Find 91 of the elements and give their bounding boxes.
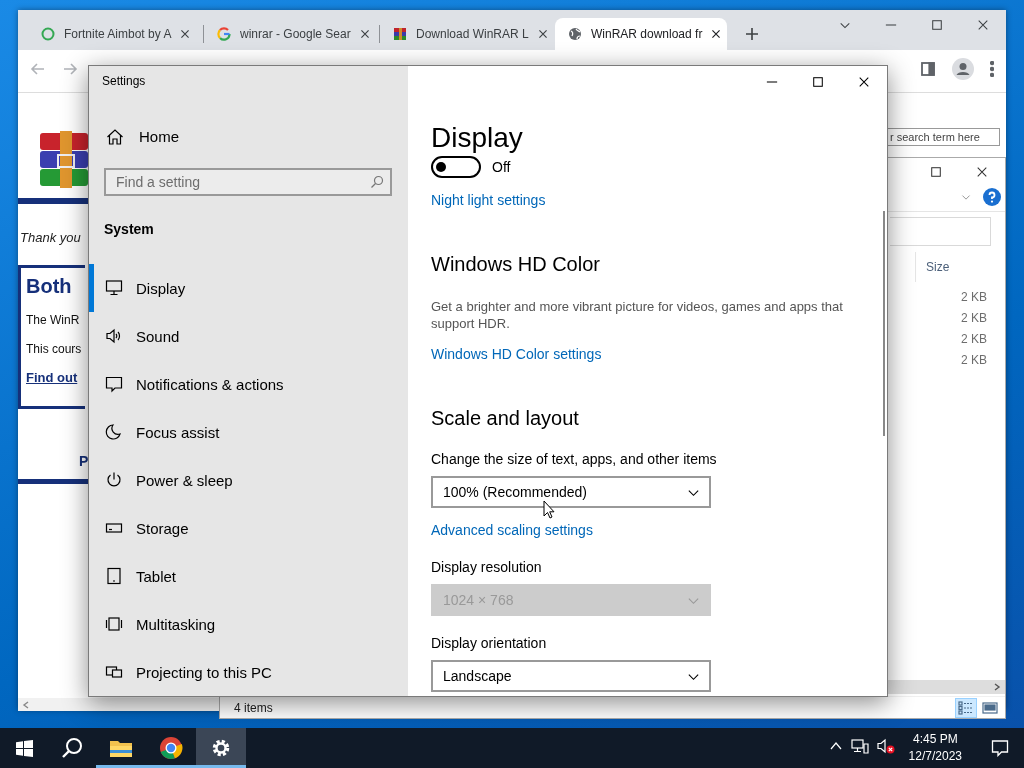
description-text: Get a brighter and more vibrant picture for videos, games and apps that support HDR. [431,298,844,332]
search-field[interactable]: r search term here [888,128,1000,146]
maximize-icon [812,75,824,88]
promo-text: This cours [26,342,82,356]
dropdown[interactable]: Landscape [431,660,711,692]
muted-speaker-icon [876,738,895,754]
section-heading: Windows HD Color [431,252,600,277]
settings-link[interactable]: Windows HD Color settings [431,344,602,364]
home-icon [106,127,124,146]
crescent-moon-icon [105,423,123,441]
back-arrow-icon [30,61,46,77]
windows-logo-icon [15,739,33,757]
search-icon [370,175,384,189]
colorful-ring-icon [159,736,183,760]
field-label: Display resolution [431,558,542,577]
status-text: 4 items [234,700,273,715]
dropdown[interactable]: 100% (Recommended) [431,476,711,508]
field-label: Display orientation [431,634,547,653]
toggle-label: Off [492,159,511,175]
mouse-cursor-icon [543,500,555,519]
projector-screen-icon [105,663,123,681]
search-icon [61,737,83,759]
footer-text: P [79,453,89,469]
close-icon [976,165,988,178]
browser-tab[interactable]: Fortnite Aimbot by A [28,18,200,50]
section-heading: Scale and layout [431,406,579,431]
window-title: Settings [102,74,146,89]
nav-item[interactable]: Multitasking [89,600,408,648]
browser-tab[interactable]: winrar - Google Sear [204,18,376,50]
column-header[interactable]: Size [915,252,995,282]
kebab-menu-icon [990,61,994,77]
plus-icon [745,27,759,41]
horizontal-scrollbar[interactable] [18,698,219,711]
monitor-icon [105,279,123,297]
tablet-icon [105,567,123,585]
file-size-cell-text: 2 KB [961,352,987,369]
find-out-link[interactable]: Find out [26,370,78,385]
folder-icon [109,738,133,758]
ring-icon [41,27,55,41]
thumbnail-view-icon [982,700,998,715]
clock[interactable]: 4:45 PM 12/7/2023 [902,731,968,765]
taskbar-app-button[interactable] [196,728,246,768]
person-icon [952,58,974,80]
help-icon [983,187,1001,206]
promo-title: Both [26,275,72,298]
view-button[interactable] [955,697,977,718]
speaker-icon [105,327,123,345]
settings-link[interactable]: Advanced scaling settings [431,520,593,540]
promo-text: The WinR [26,313,80,327]
globe-icon [568,27,582,41]
network-icon [850,738,869,754]
multitasking-icon [105,615,123,633]
nav-item[interactable]: Focus assist [89,408,408,456]
field-label: Change the size of text, apps, and other items [431,450,717,469]
home-nav-item[interactable]: Home [89,117,408,156]
nav-item[interactable]: Tablet [89,552,408,600]
section-heading: System [104,220,155,239]
multicolor-ring-icon [217,27,231,41]
close-icon [711,29,722,39]
chevron-down-icon [961,192,971,202]
thank-you-text: Thank you [20,230,81,245]
speech-bubble-icon [991,739,1009,757]
maximize-icon [931,19,943,31]
help-button[interactable] [983,187,1001,209]
power-icon [105,471,123,489]
close-icon [359,29,370,39]
speech-bubble-icon [105,375,123,393]
close-icon [537,29,548,39]
forward-arrow-icon [62,61,78,77]
side-panel-icon [920,61,936,77]
file-size-cell-text: 2 KB [961,331,987,348]
nav-item[interactable]: Notifications & actions [89,360,408,408]
close-icon [977,19,989,31]
nav-item[interactable]: Projecting to this PC [89,648,408,696]
gear-icon [210,737,232,759]
settings-link[interactable]: Night light settings [431,190,546,210]
close-icon [180,29,191,39]
file-size-cell-text: 2 KB [961,289,987,306]
maximize-icon [930,165,942,178]
browser-tab[interactable]: Download WinRAR L [380,18,552,50]
toggle-switch[interactable] [431,156,481,178]
details-view-icon [958,700,974,715]
browser-tab[interactable]: WinRAR download fr [555,18,727,50]
page-title: Display [431,121,523,155]
nav-item[interactable]: Power & sleep [89,456,408,504]
nav-item[interactable]: Sound [89,312,408,360]
book-stack-icon [393,27,407,41]
close-icon [858,75,870,88]
file-size-cell-text: 2 KB [961,310,987,327]
nav-item[interactable]: Storage [89,504,408,552]
search-field[interactable]: Find a setting [104,168,392,196]
